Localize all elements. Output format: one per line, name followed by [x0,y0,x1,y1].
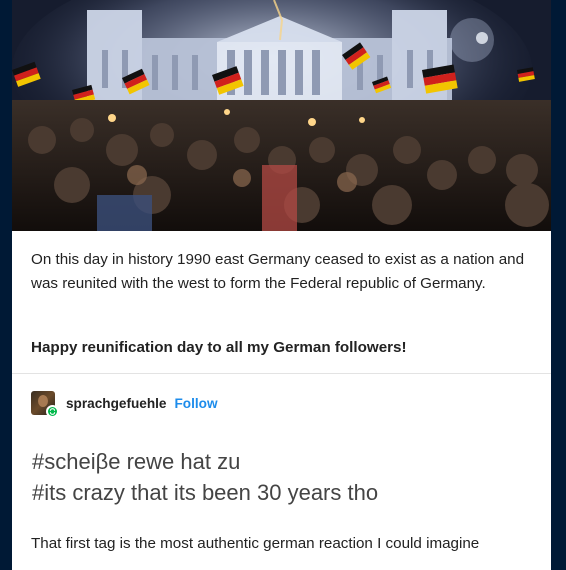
reblog-comment: That first tag is the most authentic ger… [31,535,480,552]
tag-line: #scheiβe rewe hat zu [32,449,241,474]
tag-line: #its crazy that its been 30 years tho [32,480,379,505]
post-card: On this day in history 1990 east Germany… [12,0,551,570]
post-body-text: On this day in history 1990 east Germany… [31,251,525,292]
photo-illustration [12,0,551,231]
avatar-face [38,395,48,407]
reblog-header: sprachgefuehle Follow [31,390,218,418]
reblog-tags: #scheiβe rewe hat zu #its crazy that its… [32,446,537,508]
crowd-at-reichstag-photo[interactable] [12,0,551,231]
follow-button[interactable]: Follow [174,396,217,411]
reblog-badge-icon [46,405,59,418]
reblog-divider [12,373,551,374]
avatar[interactable] [31,391,59,418]
username-link[interactable]: sprachgefuehle [66,396,166,411]
post-bold-line: Happy reunification day to all my German… [31,339,407,356]
